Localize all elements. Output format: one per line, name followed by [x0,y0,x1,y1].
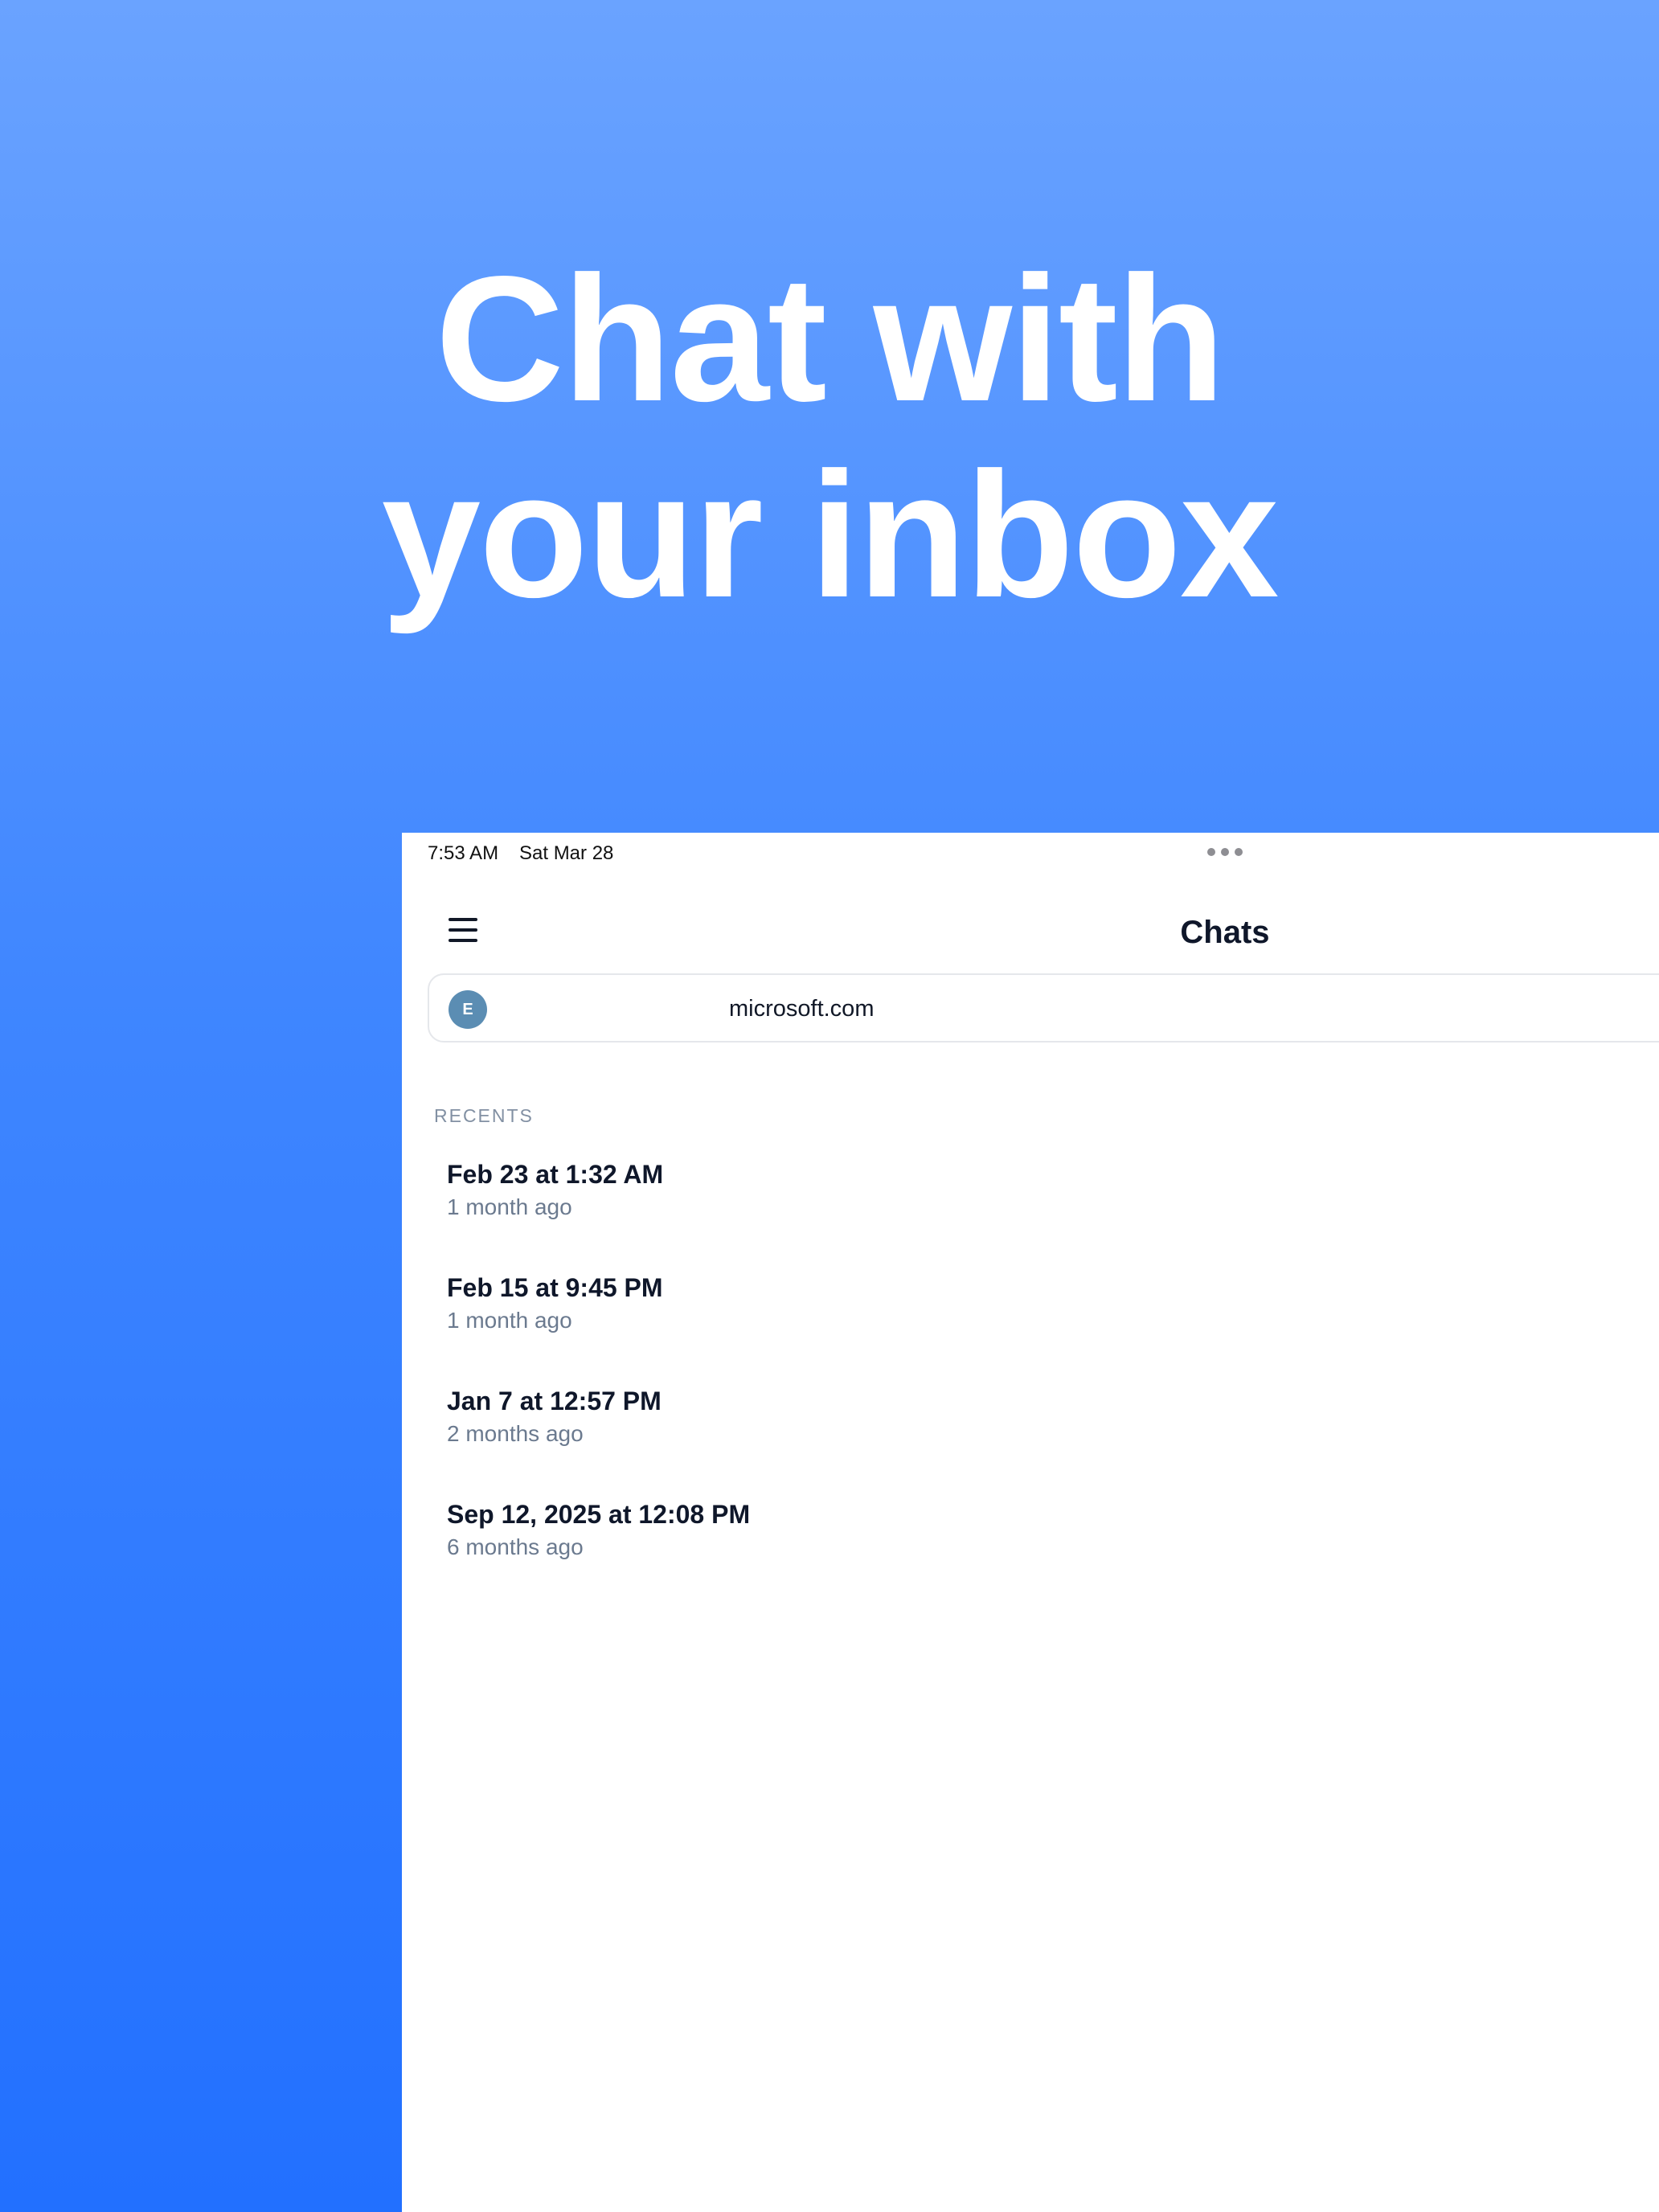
app-screen: 7:53 AM Sat Mar 28 Chats E microsoft.com… [402,833,1659,2212]
recent-chat-item[interactable]: Jan 7 at 12:57 PM 2 months ago [447,1384,1492,1497]
recent-chat-title: Feb 23 at 1:32 AM [447,1160,664,1189]
recents-section-label: RECENTS [434,1105,534,1126]
recent-chat-title: Feb 15 at 9:45 PM [447,1273,663,1302]
menu-line [449,939,477,942]
account-domain: microsoft.com [729,996,875,1022]
status-time: 7:53 AM [428,842,499,864]
multitasking-dots-icon[interactable] [1207,847,1243,857]
promo-headline: Chat with your inbox [0,241,1659,633]
recent-chat-time-ago: 6 months ago [447,1534,584,1559]
recent-chat-item[interactable]: Sep 12, 2025 at 12:08 PM 6 months ago [447,1497,1492,1611]
status-bar: 7:53 AM Sat Mar 28 [402,833,1659,871]
headline-line-2: your inbox [381,436,1280,635]
page-title: Chats [1180,915,1270,950]
menu-line [449,928,477,932]
dot [1221,848,1229,856]
headline-line-1: Chat with [435,240,1226,439]
recents-list: Feb 23 at 1:32 AM 1 month ago Feb 15 at … [447,1157,1492,1611]
hamburger-menu-icon[interactable] [449,918,477,942]
recent-chat-item[interactable]: Feb 23 at 1:32 AM 1 month ago [447,1157,1492,1271]
recent-chat-time-ago: 1 month ago [447,1308,572,1333]
recent-chat-time-ago: 2 months ago [447,1421,584,1446]
recent-chat-time-ago: 1 month ago [447,1194,572,1219]
account-selector[interactable]: E microsoft.com [428,973,1659,1043]
dot [1207,848,1215,856]
menu-line [449,918,477,921]
avatar: E [449,990,487,1029]
status-date: Sat Mar 28 [519,842,614,864]
dot [1235,848,1243,856]
recent-chat-title: Sep 12, 2025 at 12:08 PM [447,1500,751,1529]
recent-chat-item[interactable]: Feb 15 at 9:45 PM 1 month ago [447,1271,1492,1384]
recent-chat-title: Jan 7 at 12:57 PM [447,1387,662,1415]
